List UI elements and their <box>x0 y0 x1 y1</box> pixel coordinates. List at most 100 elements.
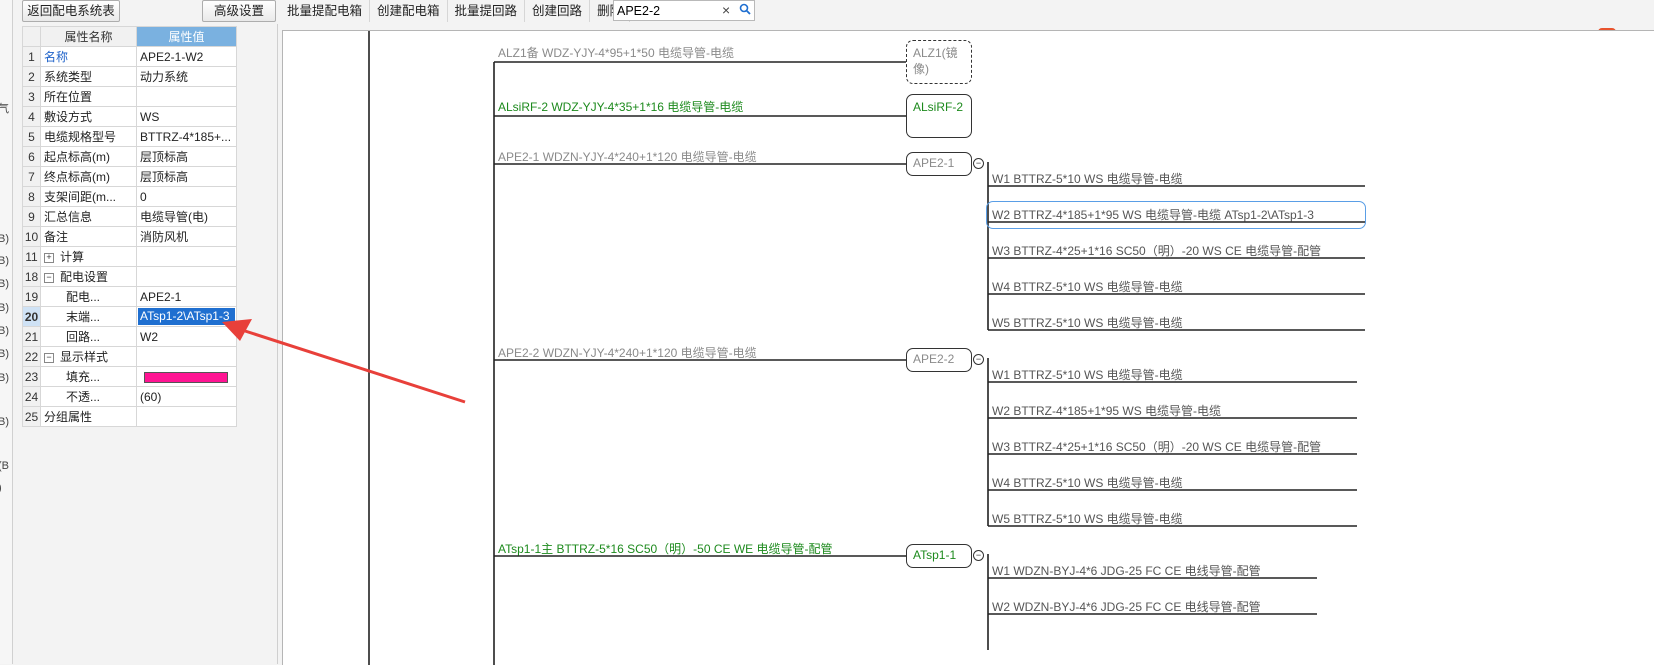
property-value[interactable] <box>136 246 237 267</box>
left-strip-text: B) <box>0 233 9 245</box>
property-name: − 配电设置 <box>40 266 137 287</box>
property-value[interactable] <box>136 346 237 367</box>
property-row[interactable]: 5 电缆规格型号 BTTRZ-4*185+... <box>22 126 237 147</box>
circuit-label[interactable]: W2 BTTRZ-4*185+1*95 WS 电缆导管-电缆 <box>992 402 1221 419</box>
panel-box[interactable]: APE2-1 <box>906 152 972 176</box>
system-diagram-canvas[interactable]: ALZ1备 WDZ-YJY-4*95+1*50 电缆导管-电缆 ALZ1(镜像) A… <box>282 30 1654 665</box>
collapse-icon[interactable]: − <box>973 158 984 169</box>
circuit-label[interactable]: W3 BTTRZ-4*25+1*16 SC50（明）-20 WS CE 电缆导管… <box>992 242 1321 259</box>
search-icon[interactable] <box>739 3 751 18</box>
panel-box[interactable]: ATsp1-1 <box>906 544 972 568</box>
property-value[interactable]: (60) <box>136 386 237 407</box>
circuit-label[interactable]: W3 BTTRZ-4*25+1*16 SC50（明）-20 WS CE 电缆导管… <box>992 438 1321 455</box>
create-circuit-button[interactable]: 创建回路 <box>525 0 591 22</box>
property-value[interactable]: ATsp1-2\ATsp1-3 <box>136 306 237 327</box>
property-value[interactable] <box>136 406 237 427</box>
batch-extract-circuits-button[interactable]: 批量提回路 <box>448 0 526 22</box>
collapse-icon[interactable]: − <box>44 352 54 363</box>
panel-box[interactable]: ALsiRF-2 <box>906 94 972 138</box>
property-value[interactable]: 电缆导管(电) <box>136 206 237 227</box>
circuit-label[interactable]: W1 BTTRZ-5*10 WS 电缆导管-电缆 <box>992 366 1183 383</box>
property-row[interactable]: 10 备注 消防风机 <box>22 226 237 247</box>
property-value[interactable]: 动力系统 <box>136 66 237 87</box>
circuit-label[interactable]: W2 WDZN-BYJ-4*6 JDG-25 FC CE 电线导管-配管 <box>992 598 1261 615</box>
row-number: 11 <box>22 246 41 267</box>
property-row[interactable]: 18− 配电设置 <box>22 266 237 287</box>
search-box: × <box>613 0 755 21</box>
property-value[interactable]: APE2-1 <box>136 286 237 307</box>
circuit-label[interactable]: W5 BTTRZ-5*10 WS 电缆导管-电缆 <box>992 510 1183 527</box>
collapse-icon[interactable]: − <box>973 354 984 365</box>
property-row[interactable]: 22− 显示样式 <box>22 346 237 367</box>
feeder-label[interactable]: APE2-1 WDZN-YJY-4*240+1*120 电缆导管-电缆 <box>498 148 757 165</box>
panel-box[interactable]: ALZ1(镜像) <box>906 40 972 84</box>
property-row[interactable]: 9 汇总信息 电缆导管(电) <box>22 206 237 227</box>
property-value[interactable]: W2 <box>136 326 237 347</box>
property-row[interactable]: 1 名称 APE2-1-W2 <box>22 46 237 67</box>
property-row[interactable]: 25 分组属性 <box>22 406 237 427</box>
left-strip-text: B) <box>0 325 9 337</box>
property-name: 电缆规格型号 <box>40 126 137 147</box>
property-row[interactable]: 21 回路... W2 <box>22 326 237 347</box>
property-value-text: WS <box>140 109 160 124</box>
property-value-editor[interactable]: ATsp1-2\ATsp1-3 <box>138 308 235 325</box>
property-value[interactable] <box>136 86 237 107</box>
advanced-settings-button[interactable]: 高级设置 <box>202 0 276 22</box>
circuit-label[interactable]: W5 BTTRZ-5*10 WS 电缆导管-电缆 <box>992 314 1183 331</box>
property-name-text: 所在位置 <box>44 90 93 104</box>
feeder-label[interactable]: ATsp1-1主 BTTRZ-5*16 SC50（明）-50 CE WE 电缆导… <box>498 540 833 557</box>
property-row[interactable]: 7 终点标高(m) 层顶标高 <box>22 166 237 187</box>
property-row[interactable]: 20 末端... ATsp1-2\ATsp1-3 <box>22 306 237 327</box>
property-row[interactable]: 24 不透... (60) <box>22 386 237 407</box>
collapse-icon[interactable]: − <box>44 272 54 283</box>
property-row[interactable]: 4 敷设方式 WS <box>22 106 237 127</box>
property-value[interactable]: APE2-1-W2 <box>136 46 237 67</box>
property-value[interactable]: BTTRZ-4*185+... <box>136 126 237 147</box>
property-value[interactable]: 0 <box>136 186 237 207</box>
batch-extract-panels-button[interactable]: 批量提配电箱 <box>280 0 371 22</box>
property-row[interactable]: 19 配电... APE2-1 <box>22 286 237 307</box>
expand-icon[interactable]: + <box>44 252 54 263</box>
left-strip-text: ) <box>0 482 2 494</box>
property-name: 分组属性 <box>40 406 137 427</box>
row-number: 2 <box>22 66 41 87</box>
row-number: 23 <box>22 366 41 387</box>
search-input[interactable] <box>614 1 720 20</box>
property-value[interactable]: 层顶标高 <box>136 146 237 167</box>
back-to-distribution-table-button[interactable]: 返回配电系统表 <box>22 0 120 22</box>
clear-icon[interactable]: × <box>722 2 730 18</box>
diagram-toolbar: 批量提配电箱 创建配电箱 批量提回路 创建回路 删除 <box>280 0 631 22</box>
panel-box[interactable]: APE2-2 <box>906 348 972 372</box>
property-name: 敷设方式 <box>40 106 137 127</box>
fill-color-swatch[interactable] <box>144 371 228 383</box>
circuit-label[interactable]: W1 BTTRZ-5*10 WS 电缆导管-电缆 <box>992 170 1183 187</box>
property-value[interactable]: 层顶标高 <box>136 166 237 187</box>
circuit-label[interactable]: W1 WDZN-BYJ-4*6 JDG-25 FC CE 电线导管-配管 <box>992 562 1261 579</box>
property-value-text: 动力系统 <box>140 70 189 84</box>
left-strip-text: B) <box>0 302 9 314</box>
property-row[interactable]: 2 系统类型 动力系统 <box>22 66 237 87</box>
property-value[interactable] <box>136 366 237 387</box>
property-row[interactable]: 8 支架间距(m... 0 <box>22 186 237 207</box>
property-row[interactable]: 6 起点标高(m) 层顶标高 <box>22 146 237 167</box>
property-value-header: 属性值 <box>136 26 237 47</box>
property-name-text: 敷设方式 <box>44 110 93 124</box>
circuit-label[interactable]: W4 BTTRZ-5*10 WS 电缆导管-电缆 <box>992 278 1183 295</box>
feeder-label[interactable]: ALsiRF-2 WDZ-YJY-4*35+1*16 电缆导管-电缆 <box>498 98 743 115</box>
collapse-icon[interactable]: − <box>973 550 984 561</box>
property-value[interactable]: 消防风机 <box>136 226 237 247</box>
pane-divider[interactable] <box>277 24 278 664</box>
selected-circuit-outline[interactable] <box>986 201 1366 229</box>
feeder-label[interactable]: APE2-2 WDZN-YJY-4*240+1*120 电缆导管-电缆 <box>498 344 757 361</box>
property-name: − 显示样式 <box>40 346 137 367</box>
property-row[interactable]: 11 + 计算 <box>22 246 237 267</box>
circuit-label[interactable]: W4 BTTRZ-5*10 WS 电缆导管-电缆 <box>992 474 1183 491</box>
property-name-text: 配电... <box>66 290 101 304</box>
feeder-label[interactable]: ALZ1备 WDZ-YJY-4*95+1*50 电缆导管-电缆 <box>498 44 734 61</box>
property-name-header: 属性名称 <box>40 26 137 47</box>
property-row[interactable]: 23 填充... <box>22 366 237 387</box>
create-panel-button[interactable]: 创建配电箱 <box>370 0 448 22</box>
property-value[interactable]: WS <box>136 106 237 127</box>
property-value[interactable] <box>136 266 237 287</box>
property-row[interactable]: 3 所在位置 <box>22 86 237 107</box>
